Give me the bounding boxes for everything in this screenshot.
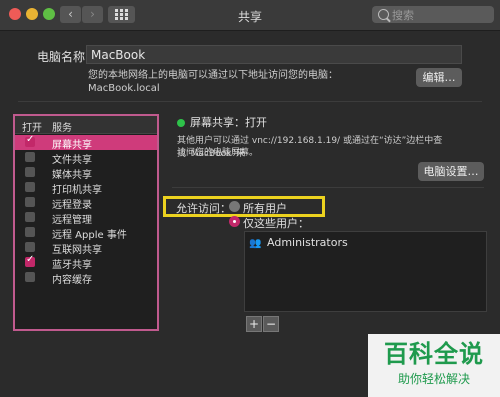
status-indicator-icon bbox=[177, 119, 185, 127]
user-group-label: Administrators bbox=[267, 236, 348, 249]
service-label: 媒体共享 bbox=[52, 170, 92, 181]
service-checkbox[interactable] bbox=[25, 212, 35, 222]
option-only-these-users: 仅这些用户： bbox=[243, 217, 309, 230]
service-row[interactable]: 屏幕共享 bbox=[15, 134, 157, 151]
column-header-service: 服务 bbox=[52, 123, 72, 134]
watermark-title: 百科全说 bbox=[384, 340, 484, 368]
radio-all-users[interactable] bbox=[229, 201, 240, 212]
watermark-subtitle: 助你轻松解决 bbox=[397, 372, 470, 386]
screen-sharing-desc-2: 访问您的电脑屏幕。 bbox=[177, 148, 259, 158]
service-checkbox[interactable] bbox=[25, 134, 35, 147]
edit-button[interactable]: 编辑… bbox=[416, 68, 462, 87]
divider bbox=[172, 187, 484, 188]
service-label: 打印机共享 bbox=[52, 185, 102, 196]
service-label: 蓝牙共享 bbox=[52, 260, 92, 271]
option-all-users: 所有用户 bbox=[243, 202, 287, 215]
remove-user-button[interactable]: − bbox=[263, 316, 279, 332]
service-row[interactable]: 远程 Apple 事件 bbox=[15, 225, 157, 241]
service-checkbox[interactable] bbox=[25, 254, 35, 267]
allow-access-label: 允许访问： bbox=[176, 202, 231, 215]
service-row[interactable]: 远程登录 bbox=[15, 195, 157, 211]
service-label: 内容缓存 bbox=[52, 275, 92, 286]
service-checkbox[interactable] bbox=[25, 197, 35, 207]
service-label: 文件共享 bbox=[52, 155, 92, 166]
service-row[interactable]: 打印机共享 bbox=[15, 180, 157, 196]
service-label: 屏幕共享 bbox=[52, 140, 92, 151]
computer-address: MacBook.local bbox=[88, 83, 160, 94]
service-checkbox[interactable] bbox=[25, 227, 35, 237]
column-header-on: 打开 bbox=[22, 123, 42, 134]
service-row[interactable]: 媒体共享 bbox=[15, 165, 157, 181]
service-checkbox[interactable] bbox=[25, 182, 35, 192]
service-row[interactable]: 文件共享 bbox=[15, 150, 157, 166]
service-row[interactable]: 远程管理 bbox=[15, 210, 157, 226]
screen-sharing-status: 屏幕共享：打开 bbox=[190, 116, 267, 129]
service-checkbox[interactable] bbox=[25, 152, 35, 162]
services-list-header: 打开 服务 bbox=[15, 116, 157, 134]
add-user-button[interactable]: + bbox=[246, 316, 262, 332]
computer-name-field[interactable]: MacBook bbox=[86, 45, 462, 64]
services-list: 打开 服务 屏幕共享 文件共享 媒体共享 打印机共享 远程登录 远程管理 远程 … bbox=[13, 114, 159, 331]
service-row[interactable]: 内容缓存 bbox=[15, 270, 157, 286]
computer-name-hint: 您的本地网络上的电脑可以通过以下地址访问您的电脑： bbox=[88, 70, 338, 81]
users-list: 👥 Administrators bbox=[244, 231, 487, 312]
service-row[interactable]: 蓝牙共享 bbox=[15, 254, 157, 271]
service-label: 互联网共享 bbox=[52, 245, 102, 256]
watermark: 百科全说 助你轻松解决 bbox=[368, 334, 500, 397]
service-checkbox[interactable] bbox=[25, 272, 35, 282]
divider bbox=[18, 101, 482, 102]
service-row[interactable]: 互联网共享 bbox=[15, 240, 157, 256]
search-field[interactable]: 搜索 bbox=[372, 6, 494, 23]
service-label: 远程管理 bbox=[52, 215, 92, 226]
service-checkbox[interactable] bbox=[25, 242, 35, 252]
service-checkbox[interactable] bbox=[25, 167, 35, 177]
service-label: 远程登录 bbox=[52, 200, 92, 211]
radio-selected-dot bbox=[233, 220, 236, 223]
list-item[interactable]: 👥 Administrators bbox=[249, 236, 479, 250]
service-label: 远程 Apple 事件 bbox=[52, 230, 127, 241]
search-icon bbox=[378, 9, 389, 20]
window-titlebar: ‹ › 共享 搜索 bbox=[0, 0, 500, 31]
group-icon: 👥 bbox=[249, 238, 262, 249]
computer-settings-button[interactable]: 电脑设置… bbox=[418, 162, 484, 181]
search-placeholder: 搜索 bbox=[392, 9, 414, 22]
